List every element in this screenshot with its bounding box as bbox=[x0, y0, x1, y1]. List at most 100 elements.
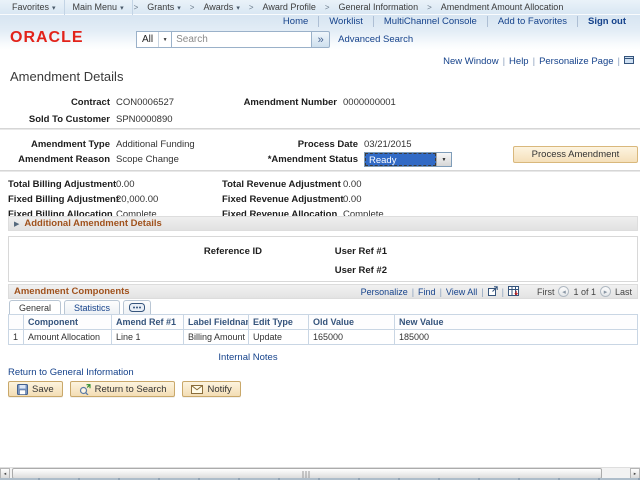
total-revenue-adjustment-value: 0.00 bbox=[343, 179, 362, 190]
oracle-logo: ORACLE bbox=[10, 29, 84, 47]
separator-line bbox=[0, 128, 640, 130]
internal-notes-link[interactable]: Internal Notes bbox=[218, 352, 277, 363]
total-billing-adjustment-label: Total Billing Adjustment bbox=[8, 179, 110, 190]
amendment-type-label: Amendment Type bbox=[8, 139, 110, 150]
column-header-edit-type: Edit Type bbox=[249, 315, 309, 330]
column-header-new-value: New Value bbox=[395, 315, 638, 330]
total-billing-adjustment-value: 0.00 bbox=[116, 179, 222, 190]
page-position: 1 of 1 bbox=[573, 287, 596, 297]
breadcrumb-item-general-information[interactable]: General Information bbox=[331, 0, 427, 15]
copy-url-icon[interactable] bbox=[624, 56, 634, 67]
sold-to-customer-value: SPN0000890 bbox=[116, 114, 222, 125]
amendment-number-label: Amendment Number bbox=[222, 97, 337, 108]
tab-general[interactable]: General bbox=[9, 300, 61, 314]
page-title: Amendment Details bbox=[10, 69, 123, 84]
breadcrumb-separator: > bbox=[189, 3, 196, 12]
column-header-amend-ref-1: Amend Ref #1 bbox=[112, 315, 184, 330]
amendment-number-value: 0000000001 bbox=[343, 97, 396, 108]
additional-amendment-details-expander[interactable]: Additional Amendment Details bbox=[8, 216, 638, 231]
fixed-billing-adjustment-value: 20,000.00 bbox=[116, 194, 222, 205]
previous-page-icon[interactable] bbox=[558, 286, 569, 297]
sold-to-customer-label: Sold To Customer bbox=[8, 114, 110, 125]
help-link[interactable]: Help bbox=[509, 56, 529, 67]
new-window-link[interactable]: New Window bbox=[443, 56, 498, 67]
old-value-cell: 165000 bbox=[309, 330, 395, 345]
worklist-link[interactable]: Worklist bbox=[318, 16, 373, 27]
chevron-down-icon bbox=[236, 2, 240, 12]
multichannel-console-link[interactable]: MultiChannel Console bbox=[373, 16, 487, 27]
row-number-header bbox=[9, 315, 24, 330]
zoom-popup-icon[interactable] bbox=[488, 286, 498, 298]
breadcrumb-separator: > bbox=[426, 3, 433, 12]
process-amendment-button[interactable]: Process Amendment bbox=[513, 146, 638, 163]
breadcrumb-item-favorites[interactable]: Favorites bbox=[4, 0, 65, 15]
form-row: Fixed Billing Adjustment 20,000.00 Fixed… bbox=[0, 192, 640, 207]
user-ref-2-label: User Ref #2 bbox=[317, 265, 387, 276]
table-row: 1 Amount Allocation Line 1 Billing Amoun… bbox=[9, 330, 638, 345]
search-scope-select[interactable]: All bbox=[136, 31, 172, 48]
amendment-status-label: *Amendment Status bbox=[222, 154, 358, 165]
new-value-cell: 185000 bbox=[395, 330, 638, 345]
breadcrumb-item-grants[interactable]: Grants bbox=[139, 0, 189, 15]
global-search: All » Advanced Search bbox=[136, 31, 413, 48]
amend-ref-1-cell: Line 1 bbox=[112, 330, 184, 345]
fixed-revenue-adjustment-label: Fixed Revenue Adjustment bbox=[222, 194, 337, 205]
find-link[interactable]: Find bbox=[418, 287, 436, 297]
save-disk-icon bbox=[17, 384, 28, 395]
column-header-component: Component bbox=[24, 315, 112, 330]
add-to-favorites-link[interactable]: Add to Favorites bbox=[487, 16, 577, 27]
breadcrumb-item-awards[interactable]: Awards bbox=[195, 0, 247, 15]
separator-line bbox=[0, 170, 640, 172]
scrollbar-grip bbox=[303, 471, 312, 478]
breadcrumb-separator: > bbox=[324, 3, 331, 12]
view-all-link[interactable]: View All bbox=[446, 287, 477, 297]
chevron-down-icon bbox=[52, 2, 56, 12]
grid-toolbar: Personalize | Find | View All | | First … bbox=[361, 286, 632, 298]
column-header-old-value: Old Value bbox=[309, 315, 395, 330]
amendment-components-table: Component Amend Ref #1 Label Fieldname E… bbox=[8, 314, 638, 345]
process-date-value: 03/21/2015 bbox=[364, 139, 412, 150]
advanced-search-link[interactable]: Advanced Search bbox=[338, 34, 413, 45]
breadcrumb-separator: > bbox=[133, 3, 140, 12]
process-date-label: Process Date bbox=[222, 139, 358, 150]
show-all-columns-tab[interactable] bbox=[123, 300, 151, 314]
search-go-button[interactable]: » bbox=[312, 31, 330, 48]
contract-value: CON0006527 bbox=[116, 97, 222, 108]
footer-toolbar: Save Return to Search Notify bbox=[8, 381, 241, 397]
tab-statistics[interactable]: Statistics bbox=[64, 300, 120, 314]
fixed-revenue-adjustment-value: 0.00 bbox=[343, 194, 362, 205]
breadcrumb-item-award-profile[interactable]: Award Profile bbox=[255, 0, 324, 15]
home-link[interactable]: Home bbox=[273, 16, 318, 27]
personalize-link[interactable]: Personalize bbox=[361, 287, 408, 297]
breadcrumb: Favorites Main Menu > Grants > Awards > … bbox=[0, 0, 640, 15]
breadcrumb-item-amendment-amount-allocation[interactable]: Amendment Amount Allocation bbox=[433, 0, 572, 15]
chevron-down-icon bbox=[177, 2, 181, 12]
amendment-components-header: Amendment Components Personalize | Find … bbox=[8, 284, 638, 299]
next-page-icon[interactable] bbox=[600, 286, 611, 297]
horizontal-scrollbar[interactable] bbox=[0, 467, 640, 478]
reference-group-box: Reference ID User Ref #1 User Ref #2 bbox=[8, 236, 638, 282]
return-to-general-information-link[interactable]: Return to General Information bbox=[8, 367, 134, 378]
page-action-links: New Window | Help | Personalize Page | bbox=[443, 56, 634, 67]
form-row: Contract CON0006527 Amendment Number 000… bbox=[0, 95, 640, 110]
total-revenue-adjustment-label: Total Revenue Adjustment bbox=[222, 179, 337, 190]
save-button[interactable]: Save bbox=[8, 381, 63, 397]
amendment-status-selected-value: Ready bbox=[365, 153, 436, 166]
dropdown-arrow-button[interactable] bbox=[436, 153, 451, 166]
notify-button[interactable]: Notify bbox=[182, 381, 240, 397]
search-input[interactable] bbox=[172, 31, 312, 48]
personalize-page-link[interactable]: Personalize Page bbox=[539, 56, 613, 67]
fixed-billing-adjustment-label: Fixed Billing Adjustment bbox=[8, 194, 110, 205]
amendment-reason-label: Amendment Reason bbox=[8, 154, 110, 165]
download-spreadsheet-icon[interactable] bbox=[508, 286, 519, 298]
sign-out-link[interactable]: Sign out bbox=[577, 16, 636, 27]
breadcrumb-item-main-menu[interactable]: Main Menu bbox=[65, 0, 133, 15]
label-fieldname-cell: Billing Amount bbox=[184, 330, 249, 345]
utility-links: Home Worklist MultiChannel Console Add t… bbox=[273, 16, 636, 27]
chevron-down-icon bbox=[120, 2, 124, 12]
return-to-search-button[interactable]: Return to Search bbox=[70, 381, 176, 397]
first-label: First bbox=[537, 287, 555, 297]
amendment-status-select[interactable]: Ready bbox=[364, 152, 452, 167]
chevron-down-icon[interactable] bbox=[158, 32, 171, 47]
expand-arrow-icon bbox=[9, 218, 24, 229]
